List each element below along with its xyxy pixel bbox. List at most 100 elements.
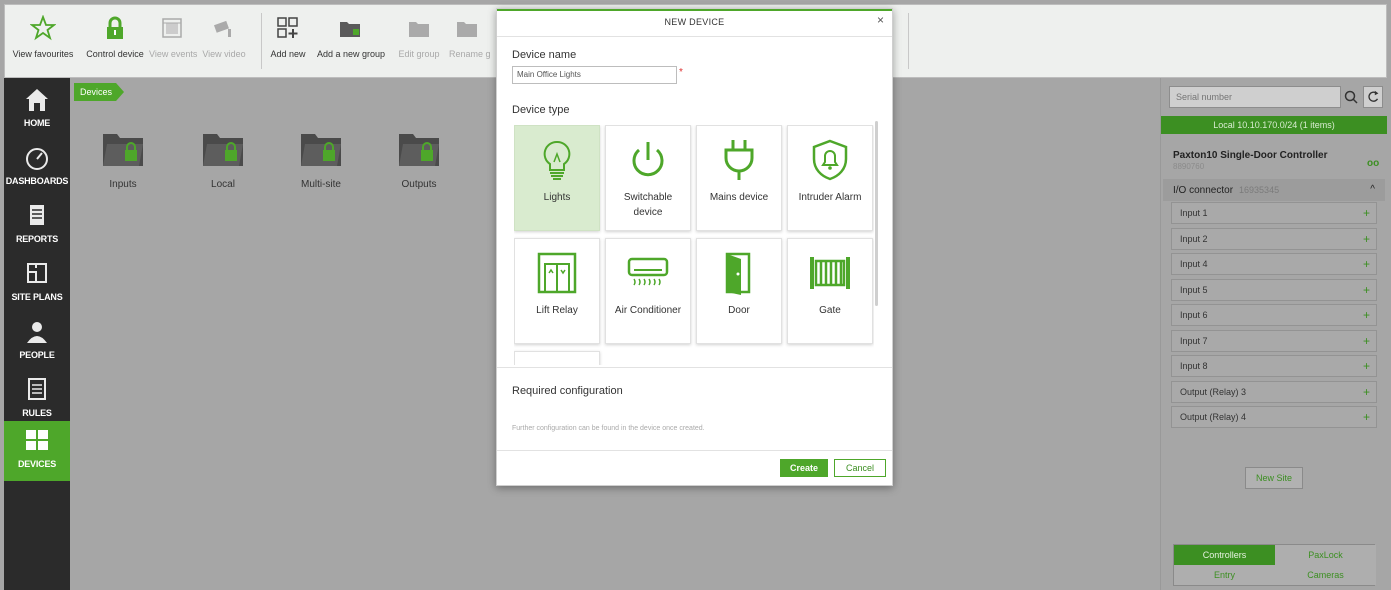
device-type-tile[interactable] — [514, 351, 600, 365]
device-type-tabs: Controllers PaxLock Entry Cameras — [1173, 544, 1376, 586]
camera-icon — [213, 20, 231, 37]
io-item[interactable]: Input 8 + — [1171, 355, 1377, 377]
divider — [497, 367, 892, 368]
tab-entry[interactable]: Entry — [1174, 565, 1275, 585]
add-grid-icon — [277, 17, 298, 38]
tile-label: Air Conditioner — [614, 305, 682, 316]
nav-rules[interactable]: RULES — [4, 370, 70, 426]
tile-label: Lights — [543, 192, 571, 203]
move-icon[interactable]: + — [1363, 280, 1370, 300]
lift-icon — [537, 252, 577, 294]
nav-site-plans-label: SITE PLANS — [11, 292, 63, 302]
move-icon[interactable]: + — [1363, 382, 1370, 402]
nav-home[interactable]: HOME — [4, 80, 70, 136]
edit-group-button[interactable]: Edit group — [397, 5, 441, 77]
tab-cameras[interactable]: Cameras — [1275, 565, 1376, 585]
air-conditioner-icon — [627, 257, 669, 286]
io-list: Input 1 + Input 2 + Input 4 + Input 5 + Inpu… — [1171, 202, 1377, 432]
io-item[interactable]: Input 2 + — [1171, 227, 1377, 250]
controller-name[interactable]: Paxton10 Single-Door Controller — [1173, 150, 1327, 161]
device-type-mains[interactable]: Mains device — [696, 125, 782, 231]
move-icon[interactable]: + — [1363, 229, 1370, 249]
site-header[interactable]: Local 10.10.170.0/24 (1 items) — [1161, 116, 1387, 134]
nav-devices[interactable]: DEVICES — [4, 421, 70, 481]
calendar-icon — [162, 18, 182, 38]
nav-people-label: PEOPLE — [19, 350, 55, 360]
folder-local[interactable]: Local — [178, 128, 268, 190]
folder-label: Multi-site — [300, 179, 341, 190]
folder-inputs[interactable]: Inputs — [78, 128, 168, 190]
reports-icon — [30, 205, 44, 225]
nav-rules-label: RULES — [22, 408, 52, 418]
io-item[interactable]: Input 1 + — [1171, 202, 1377, 224]
device-type-intruder-alarm[interactable]: Intruder Alarm — [787, 125, 873, 231]
device-type-grid: Lights Switchable device Mains device In… — [514, 125, 874, 365]
view-favourites-button[interactable]: View favourites — [7, 5, 79, 77]
tab-paxlock[interactable]: PaxLock — [1275, 545, 1376, 565]
devices-grid-icon — [26, 430, 48, 450]
link-icon[interactable]: oo — [1367, 158, 1379, 169]
device-type-lift-relay[interactable]: Lift Relay — [514, 238, 600, 344]
tile-label: Intruder Alarm — [798, 192, 862, 203]
gate-icon — [810, 257, 850, 289]
io-item[interactable]: Output (Relay) 4 + — [1171, 406, 1377, 428]
io-item[interactable]: Input 6 + — [1171, 304, 1377, 326]
nav-site-plans[interactable]: SITE PLANS — [4, 254, 70, 310]
serial-search-input[interactable] — [1169, 86, 1341, 108]
io-item[interactable]: Input 7 + — [1171, 329, 1377, 352]
view-events-button[interactable]: View events — [149, 5, 198, 77]
tab-controllers[interactable]: Controllers — [1174, 545, 1275, 565]
io-item[interactable]: Input 4 + — [1171, 253, 1377, 275]
breadcrumb[interactable]: Devices — [74, 83, 124, 101]
io-item-label: Output (Relay) 4 — [1180, 412, 1247, 422]
move-icon[interactable]: + — [1363, 331, 1370, 351]
cancel-button[interactable]: Cancel — [834, 459, 886, 477]
alarm-bell-icon — [812, 139, 848, 181]
new-site-button[interactable]: New Site — [1245, 467, 1303, 489]
add-group-button[interactable]: Add a new group — [317, 5, 385, 77]
io-item[interactable]: Input 5 + — [1171, 278, 1377, 301]
folder-multi-site[interactable]: Multi-site — [276, 128, 366, 190]
nav-reports[interactable]: REPORTS — [4, 196, 70, 252]
device-type-door[interactable]: Door — [696, 238, 782, 344]
io-connector-header[interactable]: I/O connector 16935345 ^ — [1163, 179, 1385, 201]
nav-people[interactable]: PEOPLE — [4, 312, 70, 368]
refresh-icon[interactable] — [1363, 86, 1383, 108]
lock-icon — [107, 16, 123, 39]
device-type-air-conditioner[interactable]: Air Conditioner — [605, 238, 691, 344]
divider — [497, 450, 892, 451]
move-icon[interactable]: + — [1363, 305, 1370, 325]
create-button[interactable]: Create — [780, 459, 828, 477]
move-icon[interactable]: + — [1363, 356, 1370, 376]
tile-label: Gate — [819, 305, 841, 316]
folder-outputs[interactable]: Outputs — [374, 128, 464, 190]
view-events-label: View events — [149, 49, 198, 59]
close-icon[interactable]: × — [877, 13, 884, 27]
device-type-scrollbar[interactable] — [875, 121, 878, 306]
search-icon[interactable] — [1341, 86, 1361, 108]
folder-label: Local — [211, 179, 235, 190]
device-type-gate[interactable]: Gate — [787, 238, 873, 344]
locked-folder-icon — [399, 134, 439, 166]
device-type-switchable[interactable]: Switchable device — [605, 125, 691, 231]
io-item-label: Input 7 — [1180, 335, 1208, 346]
view-video-button[interactable]: View video — [201, 5, 247, 77]
door-icon — [725, 252, 751, 295]
device-name-input[interactable]: Main Office Lights — [512, 66, 677, 84]
move-icon[interactable]: + — [1363, 203, 1370, 223]
io-item-label: Input 2 — [1180, 233, 1208, 244]
chevron-up-icon[interactable]: ^ — [1370, 179, 1375, 201]
lightbulb-icon — [543, 140, 571, 180]
folder-label: Inputs — [109, 179, 137, 190]
device-type-lights[interactable]: Lights — [514, 125, 600, 231]
io-item-label: Input 1 — [1180, 208, 1208, 218]
nav-dashboards[interactable]: DASHBOARDS — [4, 138, 70, 194]
control-device-button[interactable]: Control device — [83, 5, 147, 77]
move-icon[interactable]: + — [1363, 407, 1370, 427]
tile-label: Door — [728, 305, 750, 316]
add-new-button[interactable]: Add new — [267, 5, 309, 77]
rename-group-button[interactable]: Rename group — [443, 5, 491, 77]
move-icon[interactable]: + — [1363, 254, 1370, 274]
io-item[interactable]: Output (Relay) 3 + — [1171, 380, 1377, 403]
home-icon — [26, 89, 48, 111]
